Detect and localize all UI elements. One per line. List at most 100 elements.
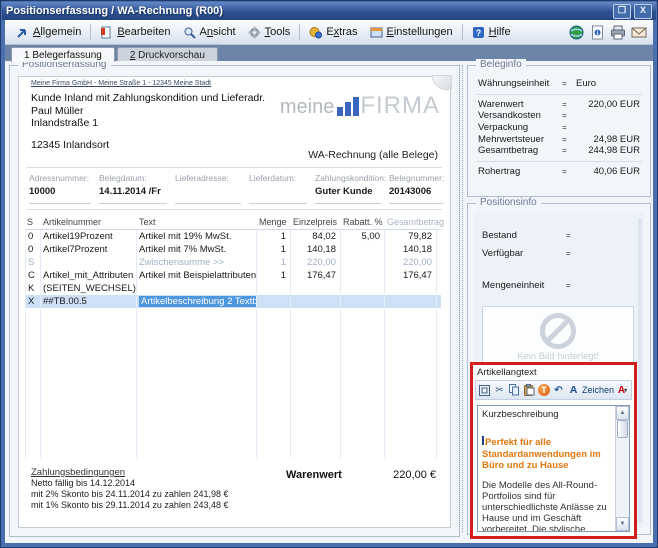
settings-icon	[370, 26, 383, 39]
main-content: Positionserfassung Meine Firma GmbH - Me…	[5, 61, 653, 543]
tab-belegerfassung-label: 1 Belegerfassung	[24, 50, 102, 61]
chevron-down-icon[interactable]: ▾	[624, 387, 627, 394]
menu-einstellungen[interactable]: Einstellungen	[364, 24, 459, 41]
undo-icon[interactable]: ↶	[552, 383, 565, 397]
menu-allgemein[interactable]: Allgemein	[10, 24, 87, 41]
positions-table: 0Artikel19ProzentArtikel mit 19% MwSt.18…	[25, 230, 441, 308]
mail-icon[interactable]	[630, 24, 648, 41]
textblock-icon[interactable]: T	[538, 384, 550, 396]
arrow-icon	[16, 26, 29, 39]
customer-city: 12345 Inlandsort	[31, 139, 109, 151]
document-header-fields: Adressnummer: 10000 Belegdatum: 14.11.20…	[29, 173, 444, 204]
artikellangtext-toolbar: ✂ T ↶ A Zeichen A▾ I	[475, 380, 632, 400]
menu-extras[interactable]: Extras	[303, 24, 363, 41]
edit-icon	[100, 26, 113, 39]
extras-icon	[309, 26, 322, 39]
beleginfo-group-label: Beleginfo	[476, 59, 526, 70]
restore-button[interactable]: ❐	[613, 4, 631, 19]
info-row-waehrungseinheit: Währungseinheit=Euro	[468, 78, 650, 90]
payment-terms: Zahlungsbedingungen Netto fällig bis 14.…	[31, 467, 228, 511]
info-row-mengeneinheit: Mengeneinheit=	[474, 276, 644, 294]
tools-icon	[248, 26, 261, 39]
field-lieferadresse[interactable]: Lieferadresse:	[175, 173, 241, 204]
company-logo: meine FIRMA	[280, 95, 440, 117]
font-icon[interactable]: A	[567, 383, 580, 397]
table-row-selected[interactable]: X##TB.00.5Artikelbeschreibung 2 Textbaus…	[25, 295, 441, 308]
article-heading-text: Perfekt für alle Standardanwendungen im …	[482, 436, 613, 472]
tab-strip: 1 Belegerfassung 2 Druckvorschau	[5, 45, 653, 62]
info-row-verpackung: Verpackung=	[468, 122, 650, 134]
field-lieferdatum[interactable]: Lieferdatum:	[249, 173, 307, 204]
table-row[interactable]: 0Artikel7ProzentArtikel mit 7% MwSt.1140…	[25, 243, 441, 256]
positionserfassung-group: Positionserfassung Meine Firma GmbH - Me…	[9, 65, 460, 537]
table-row[interactable]: 0Artikel19ProzentArtikel mit 19% MwSt.18…	[25, 230, 441, 243]
table-row[interactable]: CArtikel_mit_AttributenArtikel mit Beisp…	[25, 269, 441, 282]
sender-line: Meine Firma GmbH - Meine Straße 1 - 1234…	[31, 80, 211, 87]
zeichen-button[interactable]: Zeichen	[582, 385, 614, 395]
table-row-subtotal[interactable]: SZwischensumme >>1220,00220,00	[25, 256, 441, 269]
kurzbeschreibung-text: Kurzbeschreibung	[482, 409, 613, 420]
menu-hilfe[interactable]: ? Hilfe	[466, 24, 517, 41]
scrollbar[interactable]	[638, 218, 642, 522]
fontcolor-icon[interactable]: A▾	[616, 383, 629, 397]
divider	[27, 209, 442, 210]
app-window: Positionserfassung / WA-Rechnung (R00) ❐…	[0, 0, 658, 548]
scroll-thumb[interactable]	[617, 420, 628, 438]
expand-icon[interactable]	[478, 383, 491, 397]
beleginfo-group: Beleginfo Währungseinheit=Euro Warenwert…	[467, 65, 651, 197]
field-belegnummer[interactable]: Belegnummer: 20143006	[389, 173, 444, 204]
title-bar[interactable]: Positionserfassung / WA-Rechnung (R00) ❐…	[2, 2, 656, 20]
divider	[27, 167, 442, 168]
tab-druckvorschau[interactable]: 2 Druckvorschau	[117, 47, 218, 62]
print-icon[interactable]	[609, 24, 627, 41]
no-image-icon	[540, 313, 576, 349]
document-title: WA-Rechnung (alle Belege)	[308, 149, 438, 161]
info-row-mehrwertsteuer: Mehrwertsteuer=24,98 EUR	[468, 133, 650, 145]
field-adressnummer[interactable]: Adressnummer: 10000	[29, 173, 91, 204]
cursor-icon[interactable]: I	[631, 384, 632, 397]
field-zahlungskondition[interactable]: Zahlungskondition: Guter Kunde	[315, 173, 381, 204]
scroll-down-button[interactable]: ▼	[616, 517, 629, 531]
info-row-rohertrag: Rohertrag=40,06 EUR	[468, 166, 650, 178]
menu-bearbeiten[interactable]: Bearbeiten	[94, 24, 176, 41]
window-title: Positionserfassung / WA-Rechnung (R00)	[6, 5, 610, 17]
view-icon	[183, 26, 196, 39]
artikellangtext-annotation-box: Artikellangtext ✂ T ↶ A Zeichen	[470, 362, 637, 539]
selected-text-cell[interactable]: Artikelbeschreibung 2 Textbaustein	[139, 296, 257, 307]
document-preview[interactable]: Meine Firma GmbH - Meine Straße 1 - 1234…	[18, 76, 451, 528]
info-row-warenwert: Warenwert=220,00 EUR	[468, 99, 650, 111]
no-image-text: Kein Bild hinterlegt!	[483, 351, 633, 362]
cut-icon[interactable]: ✂	[493, 383, 506, 397]
menu-tools[interactable]: Tools	[242, 24, 297, 41]
page-curl-icon	[432, 75, 452, 90]
menu-ansicht[interactable]: Ansicht	[177, 24, 242, 41]
scroll-up-button[interactable]: ▲	[616, 406, 629, 420]
menu-separator	[90, 24, 91, 40]
menu-bar: Allgemein Bearbeiten Ansicht Tools Extra…	[5, 20, 653, 45]
editor-scrollbar[interactable]: ▲ ▼	[615, 406, 629, 531]
help-icon: ?	[472, 26, 485, 39]
panel-splitter[interactable]	[462, 65, 463, 533]
total-label: Warenwert	[286, 469, 342, 481]
svg-text:?: ?	[475, 28, 481, 38]
divider	[476, 94, 642, 95]
close-button[interactable]: X	[634, 4, 652, 19]
artikellangtext-editor[interactable]: Kurzbeschreibung Perfekt für alle Standa…	[477, 405, 630, 532]
info-row-gesamtbetrag: Gesamtbetrag=244,98 EUR	[468, 145, 650, 157]
globe-icon[interactable]	[567, 24, 585, 41]
copy-icon[interactable]	[508, 383, 521, 397]
positionsinfo-group-label: Positionsinfo	[476, 197, 541, 208]
field-belegdatum[interactable]: Belegdatum: 14.11.2014 /Fr	[99, 173, 167, 204]
article-image-placeholder: Kein Bild hinterlegt!	[482, 306, 634, 370]
article-body-text: Die Modelle des All-Round-Portfolios sin…	[482, 480, 613, 533]
report-icon[interactable]: i	[588, 24, 606, 41]
paste-icon[interactable]	[523, 383, 536, 397]
table-row-pagebreak[interactable]: K(SEITEN_WECHSEL)	[25, 282, 441, 295]
menu-separator	[299, 24, 300, 40]
document-total: Warenwert 220,00 €	[286, 469, 436, 481]
artikellangtext-label: Artikellangtext	[477, 367, 634, 378]
info-row-verfuegbar: Verfügbar=	[474, 244, 644, 262]
logo-bars-icon	[337, 97, 359, 116]
total-value: 220,00 €	[393, 469, 436, 481]
tab-belegerfassung[interactable]: 1 Belegerfassung	[11, 47, 115, 62]
